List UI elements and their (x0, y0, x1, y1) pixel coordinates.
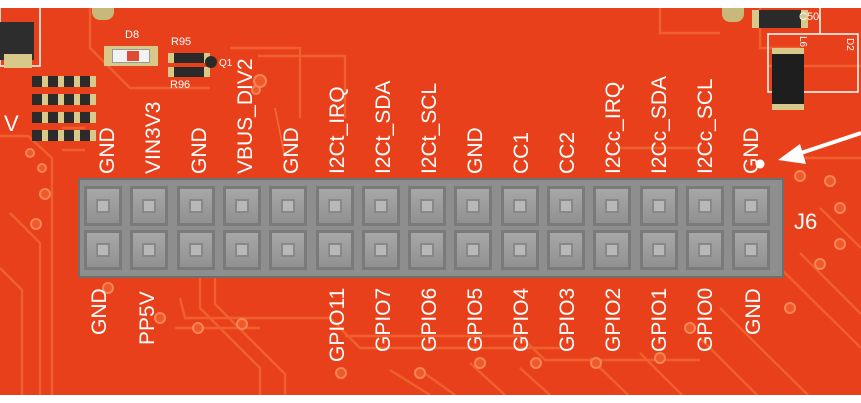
top-header-pin-3 (176, 186, 215, 226)
resistor-r96 (168, 67, 210, 77)
top-pin-label-4: VBUS_DIV2 (234, 58, 257, 174)
label-c50: C50 (799, 11, 820, 23)
label-d2: D2 (844, 38, 855, 51)
bottom-header-pin-10 (500, 230, 539, 270)
bottom-header-pin-4 (222, 230, 261, 270)
bottom-header-pin-9 (454, 230, 493, 270)
top-pin-label-7: I2Ct_SDA (372, 80, 395, 174)
bottom-header-pin-6 (315, 230, 354, 270)
bottom-pin-label-1: GND (88, 288, 111, 335)
bottom-header-pin-7 (361, 230, 400, 270)
top-pin-label-11: CC2 (556, 131, 579, 174)
top-header-pin-5 (269, 186, 308, 226)
pad-top-right (722, 8, 744, 22)
top-header-pin-9 (454, 186, 493, 226)
bottom-header-pin-15 (732, 230, 771, 270)
top-pin-label-14: I2Cc_SCL (694, 78, 717, 174)
top-header-pin-15 (732, 186, 771, 226)
top-header-pin-4 (222, 186, 261, 226)
pin-header-j6 (78, 178, 784, 278)
top-header-pin-12 (593, 186, 632, 226)
connector-label-j6: J6 (794, 209, 818, 234)
pointer-arrowhead (778, 144, 806, 164)
label-r95: R95 (171, 36, 192, 48)
bottom-pin-label-2: PP5V (136, 291, 159, 345)
test-pad-top (92, 8, 114, 20)
bottom-pin-label-9: GPIO5 (464, 287, 487, 352)
top-pin-label-3: GND (188, 127, 211, 174)
bottom-header-pin-11 (547, 230, 585, 270)
diode-d8 (104, 46, 158, 66)
top-header-pin-14 (685, 186, 724, 226)
label-r96: R96 (170, 79, 191, 91)
bottom-header-pin-8 (408, 230, 447, 270)
bottom-pin-label-10: GPIO4 (510, 287, 533, 352)
label-l6: L6 (797, 36, 808, 48)
top-pin-label-12: I2Cc_IRQ (602, 81, 625, 174)
label-d8: D8 (125, 29, 140, 41)
transistor-q1 (205, 56, 217, 68)
top-header-pin-11 (547, 186, 585, 226)
bottom-header-pin-14 (685, 230, 724, 270)
top-header-pin-10 (500, 186, 539, 226)
bottom-header-pin-5 (269, 230, 308, 270)
inductor-l6 (772, 48, 804, 110)
pad-topleft (4, 54, 32, 68)
top-header-pin-8 (408, 186, 447, 226)
top-pin-label-9: GND (464, 127, 487, 174)
top-pin-label-15: GND (740, 127, 763, 174)
bottom-pin-label-13: GPIO1 (648, 287, 671, 352)
top-header-pin-6 (315, 186, 354, 226)
bottom-header-pin-3 (176, 230, 215, 270)
resistor-array-left (32, 76, 96, 142)
bottom-pin-label-15: GND (742, 288, 765, 335)
bottom-pin-label-7: GPIO7 (372, 287, 395, 352)
pcb-board: D8 R95 R96 Q1 V C50 L6 D2 J6 GND VIN3V3 … (0, 8, 861, 395)
bottom-pin-label-6: GPIO11 (326, 287, 349, 362)
bottom-header-pin-12 (593, 230, 632, 270)
top-pin-label-10: CC1 (510, 131, 533, 174)
top-header-pin-2 (130, 186, 169, 226)
bottom-header-pin-13 (639, 230, 678, 270)
label-edge-v: V (4, 111, 19, 136)
bottom-header-pin-1 (84, 230, 122, 270)
bottom-pin-label-12: GPIO2 (602, 287, 625, 352)
label-q1: Q1 (219, 58, 233, 69)
top-pin-label-6: I2Ct_IRQ (326, 86, 349, 174)
top-header-pin-13 (639, 186, 678, 226)
top-header-pin-7 (361, 186, 400, 226)
top-pin-label-2: VIN3V3 (142, 101, 165, 174)
top-header-pin-1 (84, 186, 122, 226)
top-pin-label-13: I2Cc_SDA (648, 75, 671, 174)
top-pin-label-1: GND (96, 127, 119, 174)
bottom-header-pin-2 (130, 230, 169, 270)
top-pin-label-5: GND (280, 127, 303, 174)
bottom-pin-label-8: GPIO6 (418, 287, 441, 352)
bottom-pin-label-14: GPIO0 (694, 287, 717, 352)
top-pin-label-8: I2Ct_SCL (418, 82, 441, 174)
bottom-pin-label-11: GPIO3 (556, 287, 579, 352)
resistor-r95 (168, 53, 210, 63)
